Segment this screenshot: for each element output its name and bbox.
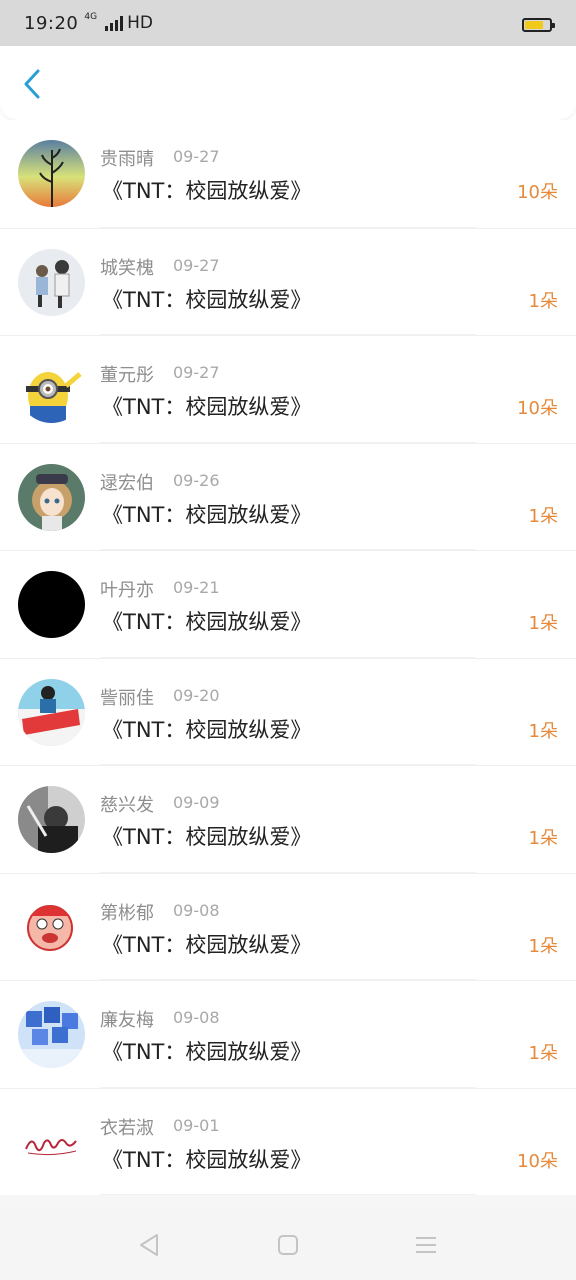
- menu-lines-icon[interactable]: [413, 1232, 439, 1258]
- flower-count: 1朵: [528, 828, 558, 849]
- flower-count: 1朵: [528, 505, 558, 527]
- avatar[interactable]: [18, 893, 85, 961]
- list-item[interactable]: 訾丽佳 09-20 《TNT：校园放纵爱》 1朵: [0, 657, 576, 765]
- book-title: 《TNT：校园放纵爱》: [102, 717, 312, 742]
- user-name: 叶丹亦: [100, 580, 154, 601]
- user-name: 慈兴发: [100, 795, 154, 816]
- book-title: 《TNT：校园放纵爱》: [102, 1040, 312, 1064]
- network-type: 4G: [84, 12, 98, 22]
- list-item[interactable]: 城笑槐 09-27 《TNT：校园放纵爱》 1朵: [0, 227, 576, 335]
- square-home-icon[interactable]: [275, 1232, 301, 1258]
- flower-count: 1朵: [528, 720, 558, 742]
- avatar[interactable]: [18, 463, 85, 531]
- flower-count: 10朵: [517, 398, 558, 419]
- gift-date: 09-09: [173, 793, 220, 812]
- flower-count: 10朵: [517, 1150, 558, 1172]
- user-name: 贵雨晴: [100, 149, 154, 170]
- book-title: 《TNT：校园放纵爱》: [102, 287, 312, 312]
- flower-count: 1朵: [528, 935, 558, 957]
- flower-count: 1朵: [528, 1043, 558, 1064]
- gift-date: 09-08: [173, 900, 220, 920]
- gift-date: 09-27: [173, 147, 220, 166]
- system-nav-bar: [0, 1210, 576, 1280]
- signal-icon: [105, 15, 124, 31]
- gift-date: 09-27: [173, 255, 220, 275]
- user-name: 第彬郁: [100, 902, 154, 924]
- user-name: 城笑槐: [100, 257, 154, 279]
- avatar[interactable]: [18, 140, 85, 207]
- battery-icon: [522, 18, 555, 32]
- gift-date: 09-26: [173, 470, 220, 490]
- avatar[interactable]: [18, 1001, 85, 1068]
- list-item[interactable]: 第彬郁 09-08 《TNT：校园放纵爱》 1朵: [0, 872, 576, 980]
- gift-list: 贵雨晴 09-27 《TNT：校园放纵爱》 10朵 城笑槐 09-27 《TNT…: [0, 120, 576, 1210]
- list-item[interactable]: 董元彤 09-27 《TNT：校园放纵爱》 10朵: [0, 335, 576, 443]
- book-title: 《TNT：校园放纵爱》: [102, 395, 312, 419]
- list-item[interactable]: 贵雨晴 09-27 《TNT：校园放纵爱》 10朵: [0, 120, 576, 228]
- list-item[interactable]: 叶丹亦 09-21 《TNT：校园放纵爱》 1朵: [0, 550, 576, 658]
- avatar[interactable]: [18, 248, 85, 316]
- user-name: 衣若淑: [100, 1117, 154, 1139]
- flower-count: 1朵: [528, 290, 558, 312]
- list-item[interactable]: 慈兴发 09-09 《TNT：校园放纵爱》 1朵: [0, 765, 576, 873]
- user-name: 逯宏伯: [100, 472, 154, 494]
- divider: [100, 1194, 476, 1195]
- book-title: 《TNT：校园放纵爱》: [102, 825, 312, 849]
- avatar[interactable]: [18, 786, 85, 853]
- avatar[interactable]: [18, 678, 85, 746]
- back-button[interactable]: [14, 64, 50, 104]
- gift-date: 09-21: [173, 578, 220, 597]
- flower-count: 10朵: [517, 182, 558, 203]
- list-item[interactable]: 廉友梅 09-08 《TNT：校园放纵爱》 1朵: [0, 980, 576, 1088]
- book-title: 《TNT：校园放纵爱》: [102, 502, 312, 527]
- gift-date: 09-08: [173, 1008, 220, 1027]
- flower-count: 1朵: [528, 613, 558, 634]
- avatar[interactable]: [18, 1108, 85, 1176]
- user-name: 董元彤: [100, 365, 154, 386]
- gift-date: 09-27: [173, 363, 220, 382]
- user-name: 訾丽佳: [100, 687, 154, 709]
- gift-date: 09-01: [173, 1115, 220, 1135]
- status-bar: 19:20 4G HD: [0, 0, 576, 46]
- gift-date: 09-20: [173, 685, 220, 705]
- book-title: 《TNT：校园放纵爱》: [102, 610, 312, 634]
- triangle-back-icon[interactable]: [137, 1232, 163, 1258]
- list-item[interactable]: 衣若淑 09-01 《TNT：校园放纵爱》 10朵: [0, 1087, 576, 1195]
- user-name: 廉友梅: [100, 1010, 154, 1031]
- book-title: 《TNT：校园放纵爱》: [102, 179, 312, 203]
- avatar[interactable]: [18, 571, 85, 638]
- book-title: 《TNT：校园放纵爱》: [102, 932, 312, 957]
- status-time: 19:20: [24, 12, 79, 34]
- chevron-left-icon: [24, 69, 40, 99]
- avatar[interactable]: [18, 356, 85, 423]
- hd-label: HD: [127, 13, 153, 33]
- list-item[interactable]: 逯宏伯 09-26 《TNT：校园放纵爱》 1朵: [0, 442, 576, 550]
- top-header: [0, 46, 576, 120]
- book-title: 《TNT：校园放纵爱》: [102, 1147, 312, 1172]
